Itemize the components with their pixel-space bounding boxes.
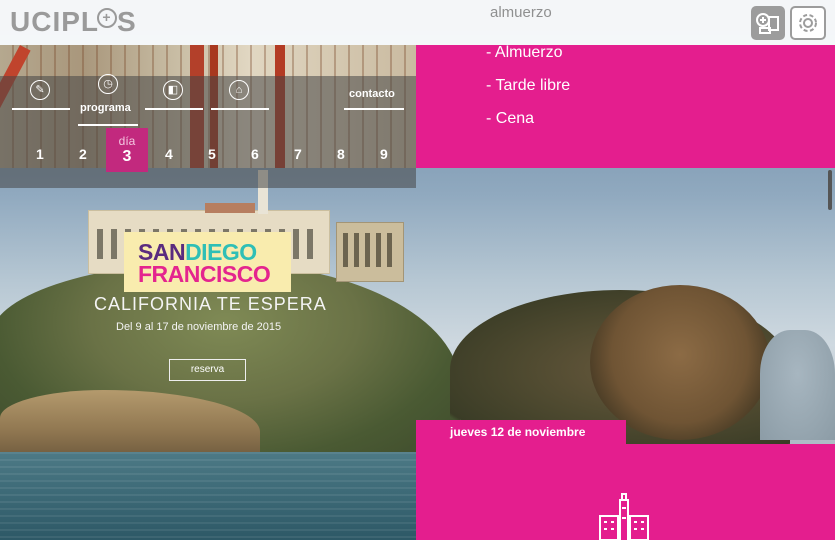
- add-card-icon: [756, 13, 779, 34]
- program-list: - Almuerzo - Tarde libre - Cena: [486, 36, 570, 135]
- day-date-tab: jueves 12 de noviembre: [416, 420, 626, 444]
- hero-dates: Del 9 al 17 de noviembre de 2015: [116, 321, 282, 333]
- hero-tagline: CALIFORNIA TE ESPERA: [94, 294, 327, 314]
- nav-item-home[interactable]: ⌂: [211, 76, 269, 132]
- pencil-icon: ✎: [30, 80, 50, 100]
- nav-item-hotel[interactable]: ◧: [145, 76, 203, 132]
- nav-item-contacto[interactable]: contacto: [344, 76, 404, 132]
- day-7[interactable]: 7: [294, 146, 302, 162]
- day-2[interactable]: 2: [79, 146, 87, 162]
- destination-sign: SANDIEGO FRANCISCO: [124, 232, 291, 292]
- day-8[interactable]: 8: [337, 146, 345, 162]
- plus-icon: +: [97, 8, 117, 28]
- day-9[interactable]: 9: [380, 146, 388, 162]
- landmark-building-icon: [599, 493, 649, 540]
- main-nav: ✎ ◷ programa ◧ ⌂ contacto: [0, 74, 416, 188]
- day-5[interactable]: 5: [208, 146, 216, 162]
- add-card-button[interactable]: [751, 6, 785, 40]
- settings-icon: [799, 14, 817, 32]
- faded-section-title: almuerzo: [490, 4, 552, 21]
- reserve-button[interactable]: reserva: [169, 359, 246, 381]
- scrollbar[interactable]: [828, 170, 832, 210]
- program-panel: [416, 45, 835, 168]
- nav-label-programa: programa: [80, 102, 131, 114]
- nav-item-programa[interactable]: ◷ programa: [78, 74, 138, 132]
- day-6[interactable]: 6: [251, 146, 259, 162]
- clock-icon: ◷: [98, 74, 118, 94]
- day-4[interactable]: 4: [165, 146, 173, 162]
- day-selector: 1 2 4 5 6 7 8 9: [0, 146, 416, 168]
- logo[interactable]: UCIPL + S: [10, 6, 137, 38]
- top-header: UCIPL + S almuerzo: [0, 0, 835, 45]
- hotel-icon: ◧: [163, 80, 183, 100]
- home-icon: ⌂: [229, 80, 249, 100]
- settings-button[interactable]: [790, 6, 826, 40]
- program-item: - Cena: [486, 110, 535, 127]
- day-1[interactable]: 1: [36, 146, 44, 162]
- sign-francisco: FRANCISCO: [138, 261, 271, 287]
- nav-item-info[interactable]: ✎: [12, 76, 70, 132]
- program-item: - Tarde libre: [486, 77, 571, 94]
- nav-label-contacto: contacto: [349, 88, 395, 100]
